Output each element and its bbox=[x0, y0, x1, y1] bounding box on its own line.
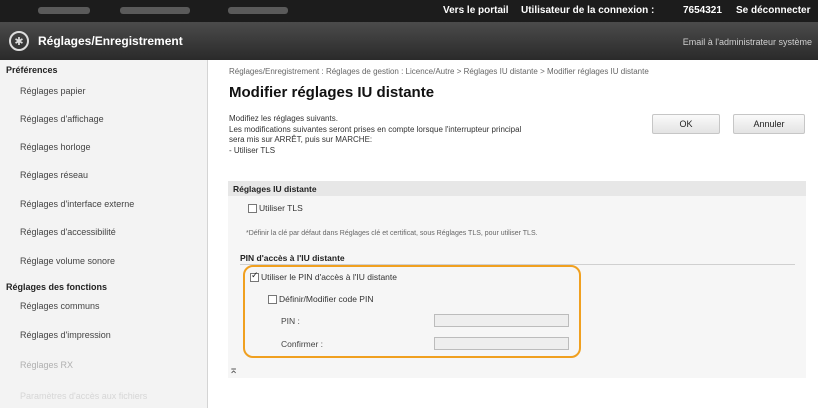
portal-link[interactable]: Vers le portail bbox=[443, 5, 509, 16]
sidebar-item-paper[interactable]: Réglages papier bbox=[20, 86, 86, 96]
sidebar-item-rx[interactable]: Réglages RX bbox=[20, 360, 73, 370]
sidebar-section-functions: Réglages des fonctions bbox=[6, 282, 108, 292]
header-title: Réglages/Enregistrement bbox=[38, 34, 183, 48]
sidebar-item-external-interface[interactable]: Réglages d'interface externe bbox=[20, 199, 134, 209]
settings-logo-icon[interactable]: ✱ bbox=[9, 31, 29, 51]
top-bar: Vers le portail Utilisateur de la connex… bbox=[0, 0, 818, 22]
sidebar-item-accessibility[interactable]: Réglages d'accessibilité bbox=[20, 227, 116, 237]
anchor-icon[interactable]: ⌅ bbox=[229, 363, 238, 376]
use-tls-row[interactable]: Utiliser TLS bbox=[248, 203, 303, 213]
set-pin-label: Définir/Modifier code PIN bbox=[279, 294, 374, 304]
section-header: Réglages IU distante bbox=[228, 181, 806, 196]
section-title: Réglages IU distante bbox=[233, 184, 317, 194]
admin-email-link[interactable]: Email à l'administrateur système bbox=[683, 37, 812, 47]
sidebar-item-network[interactable]: Réglages réseau bbox=[20, 170, 88, 180]
login-user-id: 7654321 bbox=[683, 5, 722, 16]
blurred-text bbox=[120, 7, 190, 14]
intro-text: Modifiez les réglages suivants. Les modi… bbox=[229, 114, 522, 155]
logout-link[interactable]: Se déconnecter bbox=[736, 5, 810, 16]
sidebar-item-print[interactable]: Réglages d'impression bbox=[20, 330, 111, 340]
pin-section-title: PIN d'accès à l'IU distante bbox=[240, 253, 345, 263]
use-tls-checkbox[interactable] bbox=[248, 203, 257, 213]
sidebar-item-volume[interactable]: Réglage volume sonore bbox=[20, 256, 115, 266]
confirm-input[interactable] bbox=[434, 337, 569, 350]
blurred-text bbox=[228, 7, 288, 14]
pin-input[interactable] bbox=[434, 314, 569, 327]
ok-button[interactable]: OK bbox=[652, 114, 720, 134]
sidebar-item-common[interactable]: Réglages communs bbox=[20, 301, 100, 311]
set-pin-checkbox[interactable] bbox=[268, 294, 277, 304]
confirm-label: Confirmer : bbox=[281, 339, 324, 349]
sidebar-item-clock[interactable]: Réglages horloge bbox=[20, 142, 91, 152]
login-user-label: Utilisateur de la connexion : bbox=[521, 5, 655, 16]
sidebar-section-preferences: Préférences bbox=[6, 65, 58, 75]
sidebar-item-display[interactable]: Réglages d'affichage bbox=[20, 114, 104, 124]
blurred-text bbox=[38, 7, 90, 14]
use-tls-label: Utiliser TLS bbox=[259, 203, 303, 213]
set-pin-row[interactable]: Définir/Modifier code PIN bbox=[268, 294, 373, 304]
header-bar: ✱ Réglages/Enregistrement Email à l'admi… bbox=[0, 22, 818, 60]
breadcrumb[interactable]: Réglages/Enregistrement : Réglages de ge… bbox=[229, 67, 649, 76]
tls-note: *Définir la clé par défaut dans Réglages… bbox=[246, 230, 538, 237]
cancel-button[interactable]: Annuler bbox=[733, 114, 805, 134]
use-pin-checkbox[interactable] bbox=[250, 271, 259, 282]
page-title: Modifier réglages IU distante bbox=[229, 84, 435, 101]
sidebar-item-file-access[interactable]: Paramètres d'accès aux fichiers bbox=[20, 391, 147, 401]
use-pin-row[interactable]: Utiliser le PIN d'accès à l'IU distante bbox=[250, 271, 397, 282]
pin-label: PIN : bbox=[281, 316, 300, 326]
use-pin-label: Utiliser le PIN d'accès à l'IU distante bbox=[261, 272, 397, 282]
